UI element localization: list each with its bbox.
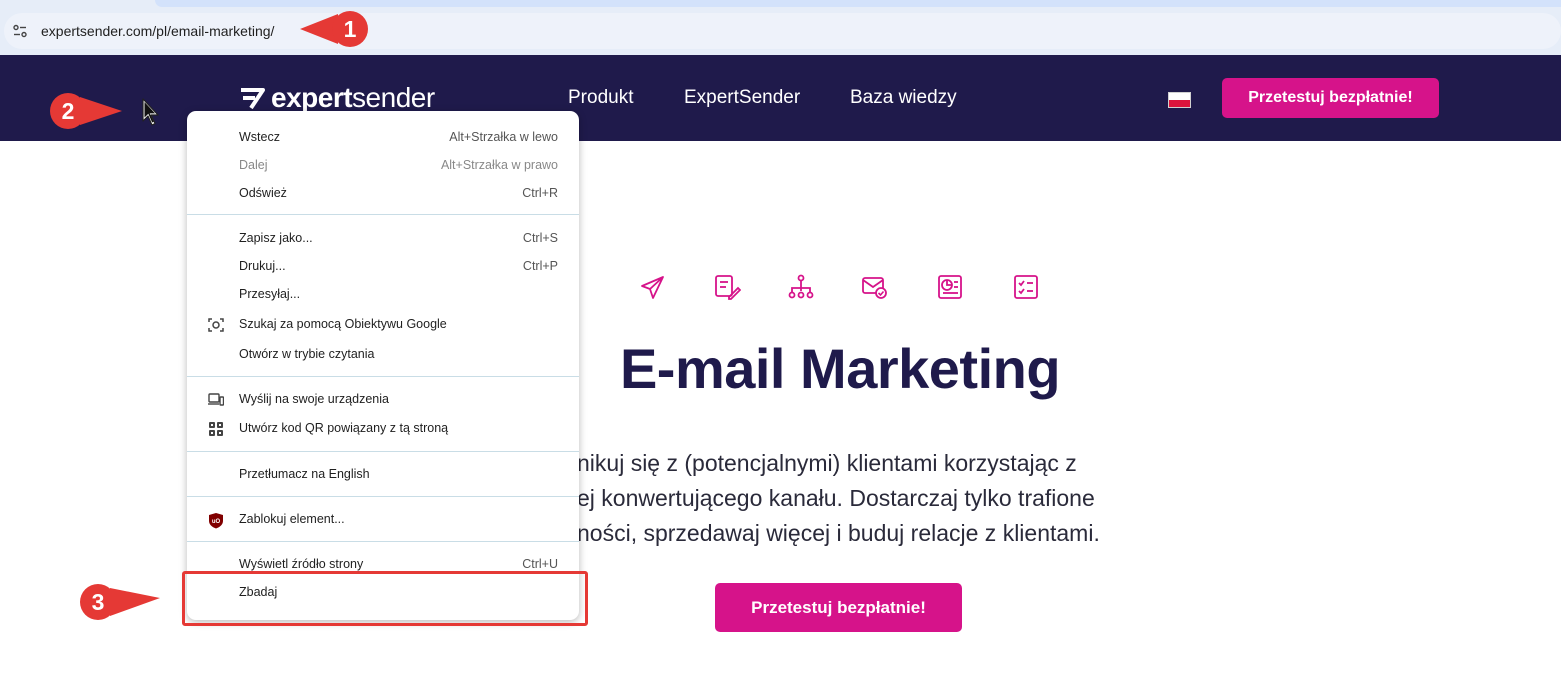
menu-item-qr-code[interactable]: Utwórz kod QR powiązany z tą stroną	[187, 416, 579, 442]
menu-item-label: Wstecz	[239, 130, 280, 144]
menu-item-label: Zapisz jako...	[239, 231, 313, 245]
tab-strip	[155, 0, 1561, 7]
annotation-badge-3: 3	[80, 584, 160, 620]
menu-item-label: Przesyłaj...	[239, 287, 301, 301]
menu-item-label: Zablokuj element...	[239, 512, 345, 526]
menu-item-label: Odśwież	[239, 186, 287, 200]
qr-code-icon	[207, 420, 225, 438]
nav-produkt[interactable]: Produkt	[568, 87, 633, 109]
badge-number: 1	[344, 16, 357, 42]
url-text[interactable]: expertsender.com/pl/email-marketing/	[41, 23, 274, 39]
menu-separator	[187, 541, 579, 542]
menu-item-label: Utwórz kod QR powiązany z tą stroną	[239, 421, 449, 435]
annotation-badge-2: 2	[50, 93, 122, 129]
paper-plane-icon	[641, 276, 664, 299]
report-chart-icon	[938, 275, 962, 299]
nav-baza-wiedzy[interactable]: Baza wiedzy	[850, 87, 957, 109]
polish-flag-icon[interactable]	[1168, 92, 1191, 108]
context-menu: Wstecz Alt+Strzałka w lewo Dalej Alt+Str…	[187, 111, 579, 620]
menu-separator	[187, 376, 579, 377]
devices-icon	[207, 391, 225, 409]
menu-item-label: Dalej	[239, 158, 268, 172]
ublock-icon: uO	[207, 511, 225, 529]
menu-item-shortcut: Ctrl+P	[522, 259, 558, 273]
menu-item-print[interactable]: Drukuj... Ctrl+P	[187, 254, 579, 280]
menu-item-shortcut: Alt+Strzałka w lewo	[449, 130, 558, 144]
logo-text-bold: expert	[271, 82, 353, 113]
workflow-tree-icon	[788, 274, 814, 299]
menu-item-shortcut: Alt+Strzałka w prawo	[440, 158, 558, 172]
logo-text-regular: sender	[352, 82, 435, 113]
menu-item-shortcut: Ctrl+R	[522, 186, 558, 200]
svg-text:uO: uO	[212, 519, 221, 525]
menu-item-forward[interactable]: Dalej Alt+Strzałka w prawo	[187, 153, 579, 179]
logo-mark-icon	[241, 88, 265, 110]
nav-expertsender[interactable]: ExpertSender	[684, 87, 800, 109]
menu-item-label: Wyświetl źródło strony	[239, 557, 364, 571]
lens-icon	[207, 316, 225, 334]
menu-item-google-lens[interactable]: Szukaj za pomocą Obiektywu Google	[187, 312, 579, 338]
hero-text-line-1: nikuj się z (potencjalnymi) klientami ko…	[577, 450, 1077, 476]
menu-item-shortcut: Ctrl+U	[522, 557, 558, 571]
menu-item-label: Szukaj za pomocą Obiektywu Google	[239, 317, 447, 331]
menu-item-label: Otwórz w trybie czytania	[239, 347, 375, 361]
menu-item-send-to-devices[interactable]: Wyślij na swoje urządzenia	[187, 387, 579, 413]
menu-separator	[187, 214, 579, 215]
hero-text-line-2: ej konwertującego kanału. Dostarczaj tyl…	[577, 485, 1095, 511]
menu-item-label: Przetłumacz na English	[239, 467, 370, 481]
menu-separator	[187, 451, 579, 452]
inspect-highlight-box	[182, 571, 588, 626]
mouse-cursor-icon	[142, 98, 159, 126]
menu-item-shortcut: Ctrl+S	[522, 231, 558, 245]
header-cta-button[interactable]: Przetestuj bezpłatnie!	[1222, 78, 1439, 118]
annotation-badge-1: 1	[300, 11, 368, 47]
expertsender-logo[interactable]: expertsender	[239, 81, 435, 115]
menu-item-back[interactable]: Wstecz Alt+Strzałka w lewo	[187, 125, 579, 151]
checklist-icon	[1014, 275, 1038, 299]
badge-number: 2	[62, 98, 75, 124]
edit-form-icon	[715, 275, 741, 300]
menu-item-save-as[interactable]: Zapisz jako... Ctrl+S	[187, 226, 579, 252]
badge-number: 3	[92, 589, 105, 615]
menu-item-translate[interactable]: Przetłumacz na English	[187, 462, 579, 488]
hero-cta-button[interactable]: Przetestuj bezpłatnie!	[715, 583, 962, 632]
site-info-icon[interactable]	[10, 21, 30, 41]
menu-item-reload[interactable]: Odśwież Ctrl+R	[187, 181, 579, 207]
hero-title: E-mail Marketing	[619, 337, 1061, 400]
menu-item-cast[interactable]: Przesyłaj...	[187, 282, 579, 308]
hero-text-line-3: ności, sprzedawaj więcej i buduj relacje…	[577, 520, 1100, 546]
menu-item-block-element[interactable]: uO Zablokuj element...	[187, 507, 579, 533]
menu-item-label: Drukuj...	[239, 259, 286, 273]
menu-item-reading-mode[interactable]: Otwórz w trybie czytania	[187, 342, 579, 368]
menu-separator	[187, 496, 579, 497]
envelope-check-icon	[862, 277, 887, 299]
menu-item-label: Wyślij na swoje urządzenia	[239, 392, 389, 406]
